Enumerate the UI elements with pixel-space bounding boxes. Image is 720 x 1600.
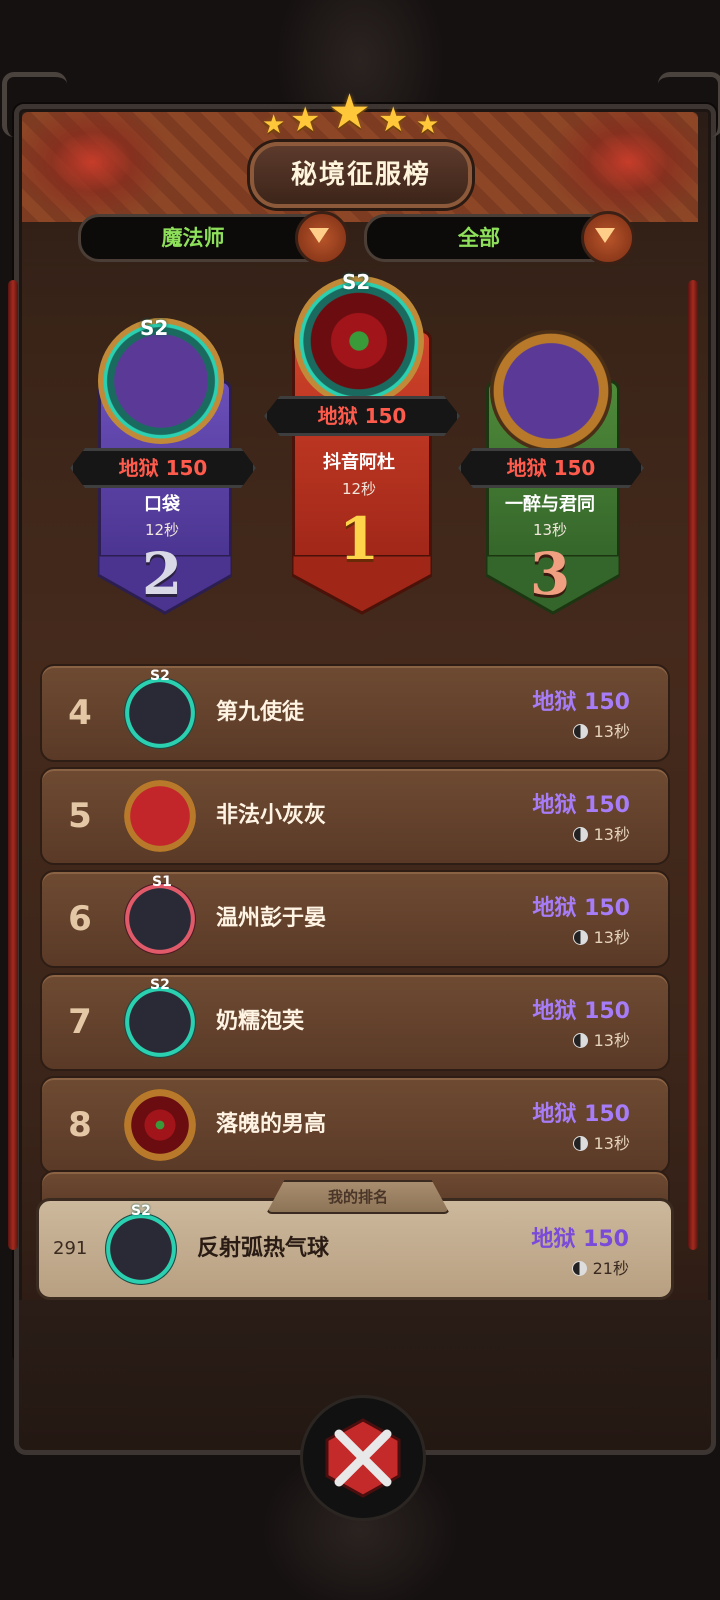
score: 地狱 150: [532, 1102, 630, 1127]
score: 地狱 150: [532, 690, 630, 715]
clear-time: 13秒: [532, 521, 568, 539]
clear-time: 13秒: [572, 718, 630, 742]
left-rail: [8, 280, 18, 1250]
season-badge: S2: [150, 668, 170, 684]
clock-icon: [572, 724, 588, 739]
player-name: 温州彭于晏: [216, 906, 327, 931]
score: 地狱 150: [532, 999, 630, 1024]
season-badge: S2: [131, 1203, 151, 1219]
star-icon: ★: [378, 100, 409, 140]
chevron-down-icon[interactable]: [581, 211, 635, 265]
class-filter-dropdown[interactable]: 魔法师: [78, 211, 349, 265]
score: 地狱 150: [532, 793, 630, 818]
rank-number: 3: [529, 540, 571, 608]
page-title: 秘境征服榜: [250, 142, 472, 208]
rating-stars: ★ ★ ★ ★ ★: [262, 84, 452, 140]
avatar: [105, 1213, 177, 1285]
player-name: 口袋: [144, 494, 180, 515]
season-badge: S2: [150, 977, 170, 993]
avatar: [124, 986, 196, 1058]
chevron-down-icon[interactable]: [295, 211, 349, 265]
clock-icon: [571, 1261, 587, 1276]
clear-time: 13秒: [572, 1027, 630, 1051]
player-name: 落魄的男高: [216, 1112, 327, 1137]
rank-number: 2: [141, 540, 183, 608]
star-icon: ★: [416, 110, 440, 140]
score: 地狱 150: [532, 896, 630, 921]
clock-icon: [572, 1033, 588, 1048]
score-plate: 地狱 150: [70, 448, 256, 488]
close-icon: [325, 1418, 401, 1498]
clock-icon: [572, 1136, 588, 1151]
clear-time: 21秒: [571, 1255, 629, 1279]
avatar: [294, 276, 424, 406]
clear-time: 12秒: [144, 521, 180, 539]
avatar: [124, 883, 196, 955]
avatar: [124, 780, 196, 852]
ranking-row[interactable]: 6 S1 温州彭于晏 地狱 150 13秒: [40, 870, 670, 968]
season-badge: S2: [140, 316, 169, 340]
rank-number: 7: [68, 1002, 92, 1042]
rank-number: 1: [338, 505, 380, 573]
clear-time: 13秒: [572, 821, 630, 845]
score-plate: 地狱 150: [458, 448, 644, 488]
star-icon: ★: [328, 84, 372, 140]
my-rank-label: 我的排名: [266, 1180, 450, 1214]
clock-icon: [572, 930, 588, 945]
player-name: 抖音阿杜: [323, 452, 395, 473]
player-name: 奶糯泡芙: [216, 1009, 305, 1034]
ranking-row[interactable]: 8 落魄的男高 地狱 150 13秒: [40, 1076, 670, 1174]
rank-number: 5: [68, 796, 92, 836]
avatar: [124, 677, 196, 749]
rank-number: 4: [68, 693, 92, 733]
avatar: [490, 330, 612, 452]
player-name: 第九使徒: [216, 700, 305, 725]
star-icon: ★: [290, 100, 321, 140]
clock-icon: [572, 827, 588, 842]
class-filter-label: 魔法师: [161, 226, 225, 250]
player-name: 一醉与君同: [505, 494, 595, 515]
rank-number: 291: [53, 1238, 88, 1259]
season-badge: S1: [152, 874, 172, 890]
score-plate: 地狱 150: [264, 396, 460, 436]
star-icon: ★: [262, 110, 286, 140]
close-button[interactable]: [300, 1395, 426, 1521]
rank-number: 6: [68, 899, 92, 939]
clear-time: 12秒: [341, 480, 377, 498]
score: 地狱 150: [531, 1227, 629, 1252]
ranking-row[interactable]: 5 非法小灰灰 地狱 150 13秒: [40, 767, 670, 865]
ranking-row[interactable]: 4 S2 第九使徒 地狱 150 13秒: [40, 664, 670, 762]
clear-time: 13秒: [572, 1130, 630, 1154]
scope-filter-label: 全部: [458, 226, 500, 250]
avatar: [124, 1089, 196, 1161]
player-name: 非法小灰灰: [216, 803, 327, 828]
player-name: 反射弧热气球: [197, 1236, 330, 1261]
rank-number: 8: [68, 1105, 92, 1145]
clear-time: 13秒: [572, 924, 630, 948]
right-rail: [688, 280, 698, 1250]
scope-filter-dropdown[interactable]: 全部: [364, 211, 635, 265]
ranking-row[interactable]: 7 S2 奶糯泡芙 地狱 150 13秒: [40, 973, 670, 1071]
season-badge: S2: [342, 270, 371, 294]
